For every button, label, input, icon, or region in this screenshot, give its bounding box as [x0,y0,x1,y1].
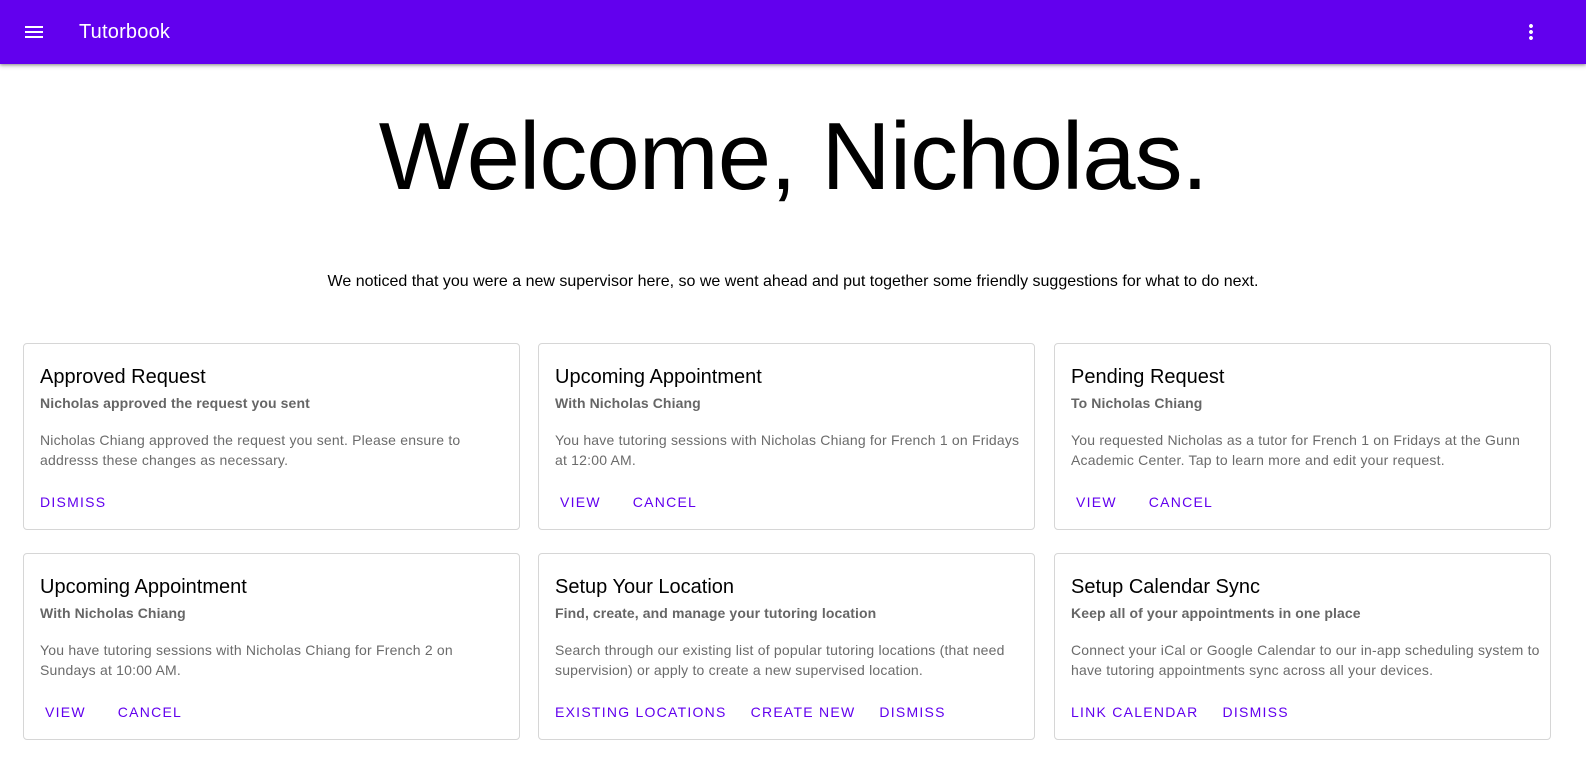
card-actions: View Cancel [1063,484,1232,520]
card-approved-request[interactable]: Approved Request Nicholas approved the r… [23,343,520,530]
card-body: You have tutoring sessions with Nicholas… [555,432,1020,468]
card-title: Setup Calendar Sync [1071,576,1261,598]
welcome-heading: Welcome, Nicholas. [378,103,1209,210]
top-app-bar: Tutorbook [0,0,1586,64]
dismiss-button[interactable]: Dismiss [32,484,114,520]
view-button[interactable]: View [547,484,614,520]
link-calendar-button[interactable]: Link Calendar [1063,694,1207,730]
cancel-button[interactable]: Cancel [620,484,710,520]
card-title: Upcoming Appointment [40,576,247,598]
card-setup-location[interactable]: Setup Your Location Find, create, and ma… [538,553,1035,740]
card-body: Connect your iCal or Google Calendar to … [1071,642,1540,678]
menu-icon [25,26,43,38]
card-pending-request[interactable]: Pending Request To Nicholas Chiang You r… [1054,343,1551,530]
app-title: Tutorbook [79,21,171,43]
card-body: You have tutoring sessions with Nicholas… [40,642,453,678]
card-subtitle: With Nicholas Chiang [555,395,701,411]
card-subtitle: With Nicholas Chiang [40,605,186,621]
cancel-button[interactable]: Cancel [1136,484,1226,520]
card-actions: View Cancel [547,484,716,520]
card-title: Pending Request [1071,366,1225,388]
create-new-button[interactable]: Create New [743,694,864,730]
existing-locations-button[interactable]: Existing Locations [547,694,735,730]
card-title: Approved Request [40,366,206,388]
more-options-button[interactable] [1511,12,1551,52]
view-button[interactable]: View [32,694,99,730]
dismiss-button[interactable]: Dismiss [1215,694,1297,730]
card-setup-calendar-sync[interactable]: Setup Calendar Sync Keep all of your app… [1054,553,1551,740]
card-body: Nicholas Chiang approved the request you… [40,432,461,468]
welcome-intro: We noticed that you were a new superviso… [327,273,1259,290]
card-actions: View Cancel [32,694,201,730]
more-vert-icon [1529,24,1533,40]
card-subtitle: Keep all of your appointments in one pla… [1071,605,1361,621]
card-actions: Dismiss [32,484,122,520]
card-subtitle: To Nicholas Chiang [1071,395,1203,411]
dismiss-button[interactable]: Dismiss [871,694,953,730]
card-title: Setup Your Location [555,576,735,598]
card-upcoming-appointment[interactable]: Upcoming Appointment With Nicholas Chian… [538,343,1035,530]
card-upcoming-appointment[interactable]: Upcoming Appointment With Nicholas Chian… [23,553,520,740]
view-button[interactable]: View [1063,484,1130,520]
card-body: Search through our existing list of popu… [555,642,1005,678]
card-subtitle: Find, create, and manage your tutoring l… [555,605,877,621]
menu-button[interactable] [14,12,54,52]
card-actions: Link Calendar Dismiss [1063,694,1305,730]
card-title: Upcoming Appointment [555,366,762,388]
card-body: You requested Nicholas as a tutor for Fr… [1071,432,1521,468]
cancel-button[interactable]: Cancel [105,694,195,730]
card-actions: Existing Locations Create New Dismiss [547,694,962,730]
card-subtitle: Nicholas approved the request you sent [40,395,310,411]
